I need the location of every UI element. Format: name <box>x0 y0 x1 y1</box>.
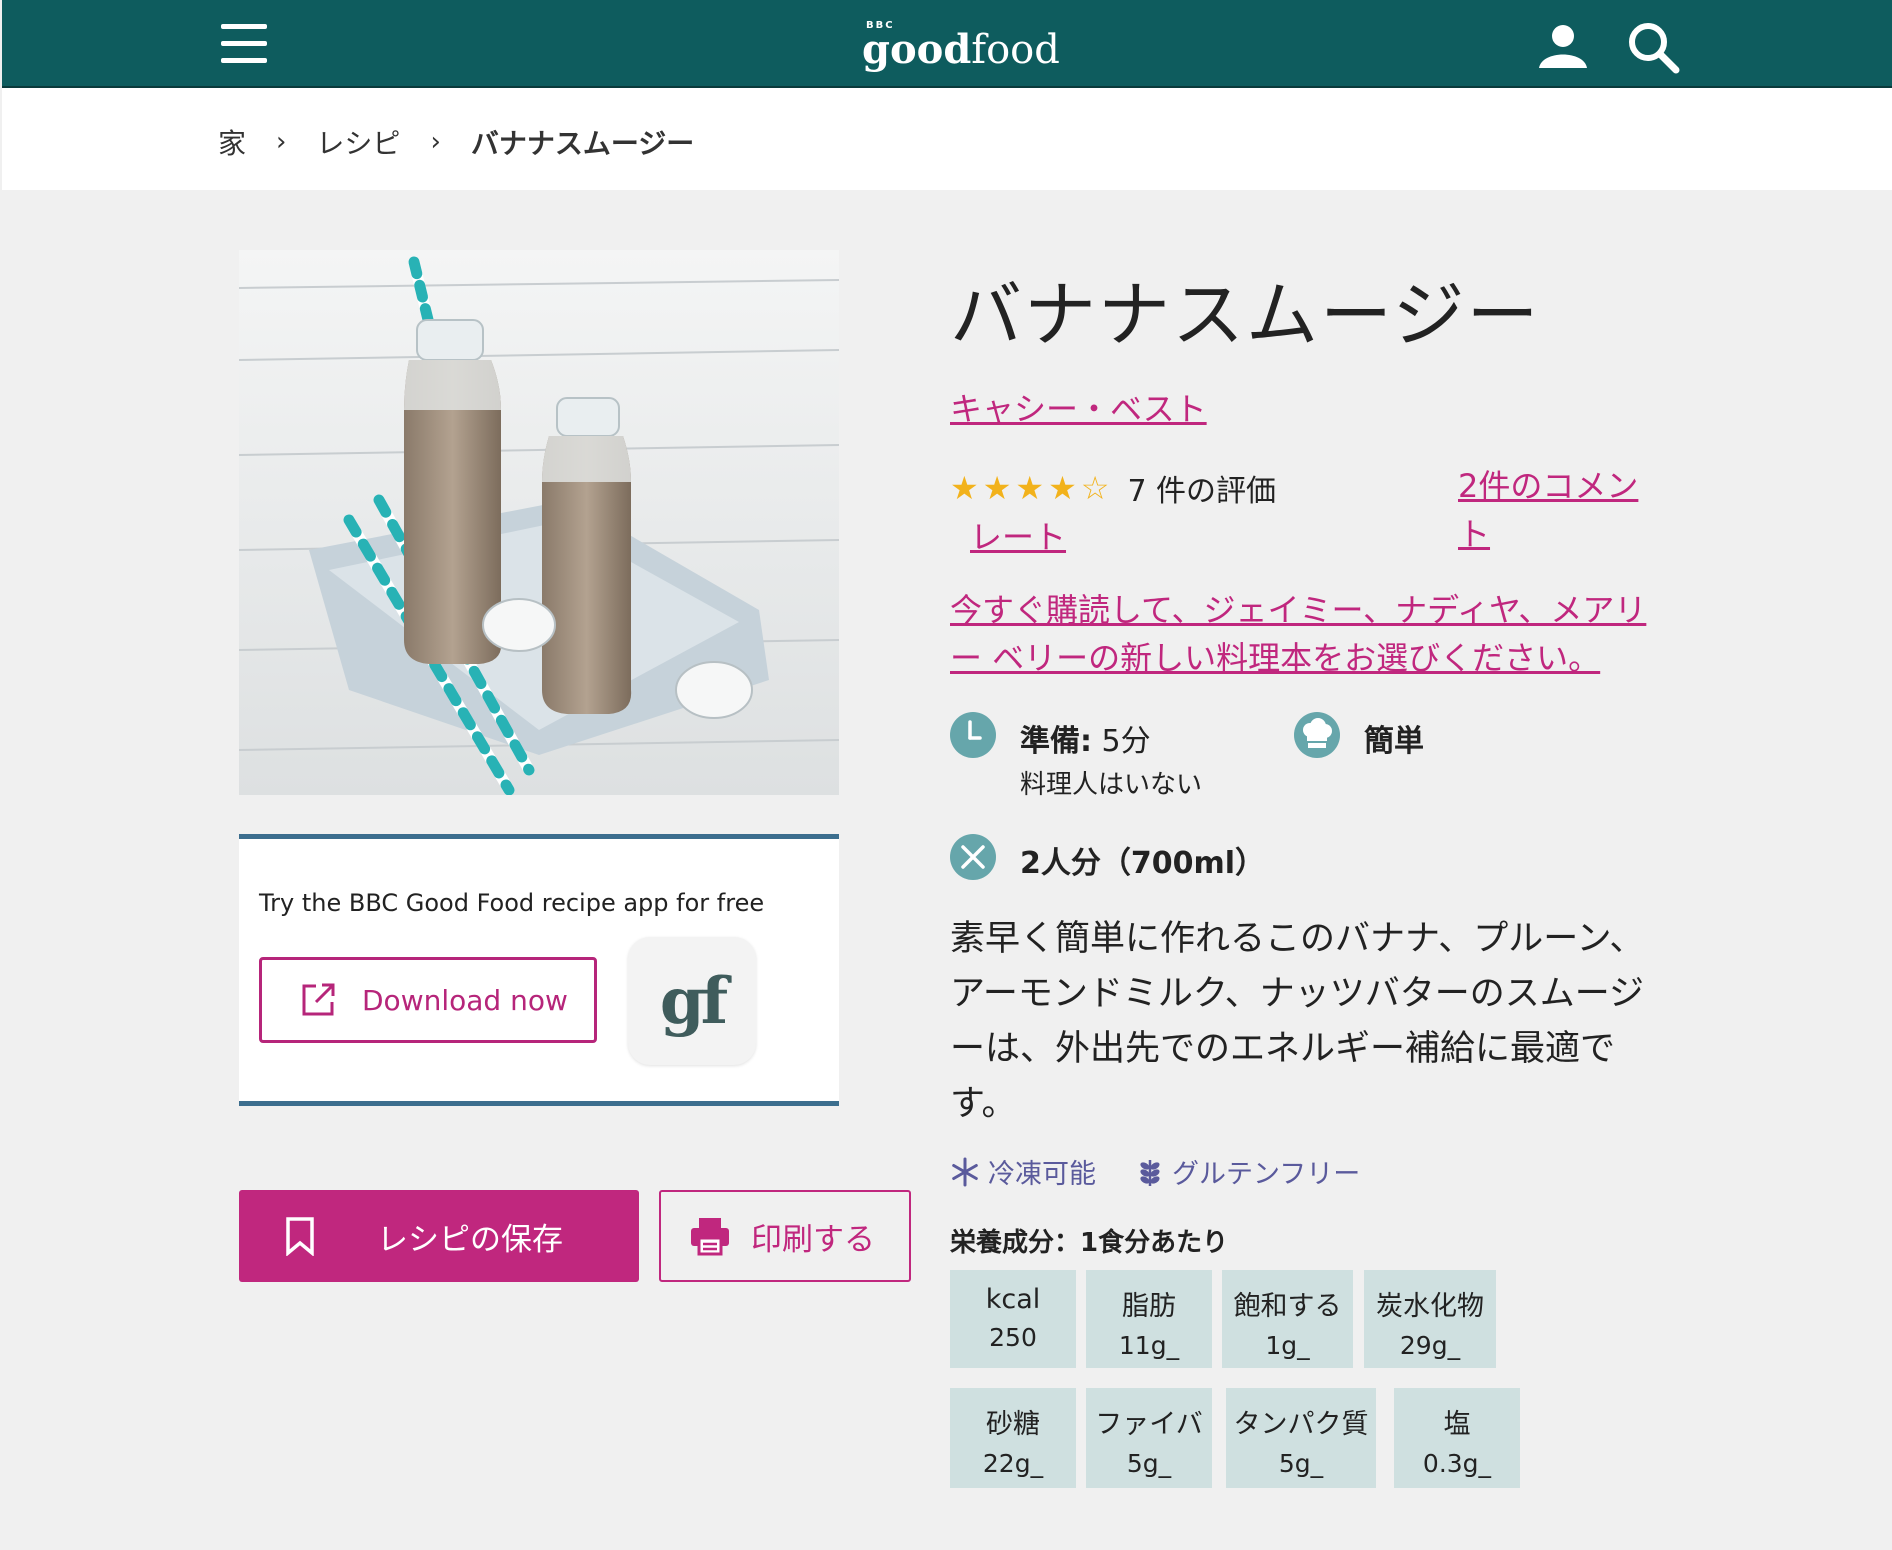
printer-icon <box>691 1218 729 1256</box>
nutrition-cell-sugars: 砂糖 22g_ <box>950 1388 1076 1488</box>
breadcrumb-recipes[interactable]: レシピ <box>316 122 400 162</box>
download-now-label: Download now <box>362 983 568 1017</box>
prep-label-row: 準備: 5分 <box>1020 716 1151 760</box>
diet-tags: 冷凍可能 グルテンフリー <box>950 1152 1400 1191</box>
snowflake-icon <box>952 1157 978 1186</box>
app-promo-card: Try the BBC Good Food recipe app for fre… <box>239 834 839 1106</box>
prep-label: 準備: <box>1020 724 1092 759</box>
nutrition-label: 炭水化物 <box>1376 1291 1484 1322</box>
recipe-title: バナナスムージー <box>950 273 1541 357</box>
nutrition-label: 飽和する <box>1233 1291 1342 1322</box>
tag-gluten-free[interactable]: グルテンフリー <box>1136 1152 1360 1191</box>
print-button[interactable]: 印刷する <box>659 1190 911 1282</box>
nutrition-title: 栄養成分：1食分あたり <box>950 1228 1229 1258</box>
comments-link[interactable]: 2件のコメント <box>1458 462 1648 558</box>
wheat-icon <box>1140 1159 1160 1186</box>
nutrition-label: 砂糖 <box>986 1409 1040 1440</box>
logo-food: food <box>971 27 1060 73</box>
tag-freezable-label: 冷凍可能 <box>988 1159 1096 1190</box>
nutrition-label: ファイバ <box>1095 1409 1203 1440</box>
author-link[interactable]: キャシー・ベスト <box>950 384 1207 430</box>
nutrition-label: 脂肪 <box>1122 1291 1176 1322</box>
breadcrumb-current: バナナスムージー <box>470 127 695 160</box>
cook-time-text: 料理人はいない <box>1020 770 1203 800</box>
logo-goodfood-text: goodfood <box>862 26 1060 73</box>
chevron-right-icon: › <box>276 127 287 157</box>
prep-value: 5分 <box>1101 724 1151 759</box>
nutrition-cell-saturates: 飽和する 1g_ <box>1222 1270 1353 1368</box>
save-recipe-label: レシピの保存 <box>377 1221 563 1258</box>
logo-good: good <box>862 26 972 73</box>
rating-summary: ★★★★☆ 7 件の評価 <box>950 466 1276 510</box>
recipe-description: 素早く簡単に作れるこのバナナ、プルーン、アーモンドミルク、ナッツバターのスムージ… <box>950 919 1645 1124</box>
download-now-button[interactable]: Download now <box>259 957 597 1043</box>
tag-gluten-free-label: グルテンフリー <box>1172 1159 1361 1190</box>
nutrition-value: 1g_ <box>1265 1331 1310 1360</box>
subscribe-link[interactable]: 今すぐ購読して、ジェイミー、ナディヤ、メアリー ベリーの新しい料理本をお選びくだ… <box>950 586 1656 682</box>
nutrition-value: 11g_ <box>1118 1331 1180 1360</box>
promo-text: Try the BBC Good Food recipe app for fre… <box>259 889 765 917</box>
clock-icon <box>950 712 996 758</box>
save-recipe-button[interactable]: レシピの保存 <box>239 1190 639 1282</box>
nutrition-value: 22g_ <box>982 1449 1044 1478</box>
good-food-app-icon[interactable]: gf <box>628 937 756 1065</box>
rating-count: 7 件の評価 <box>1127 474 1277 509</box>
tag-freezable[interactable]: 冷凍可能 <box>950 1152 1096 1191</box>
difficulty-label: 簡単 <box>1364 724 1424 759</box>
top-navigation-bar: BBC goodfood <box>2 0 1892 88</box>
nutrition-cell-protein: タンパク質 5g_ <box>1226 1388 1376 1488</box>
nutrition-value: 0.3g_ <box>1422 1449 1492 1478</box>
chef-hat-icon <box>1294 712 1340 758</box>
nutrition-label: タンパク質 <box>1233 1409 1369 1440</box>
nutrition-cell-kcal: kcal 250 <box>950 1270 1076 1368</box>
nutrition-label: kcal <box>985 1284 1041 1315</box>
rating-stars: ★★★★☆ <box>950 469 1114 507</box>
breadcrumb-home[interactable]: 家 <box>218 122 246 162</box>
nutrition-cell-salt: 塩 0.3g_ <box>1394 1388 1520 1488</box>
nutrition-value: 5g_ <box>1126 1449 1172 1478</box>
nutrition-label: 塩 <box>1443 1409 1471 1440</box>
search-icon[interactable] <box>1626 20 1680 74</box>
hamburger-menu-icon[interactable] <box>221 24 267 64</box>
nutrition-value: 5g_ <box>1278 1449 1324 1478</box>
print-label: 印刷する <box>751 1221 875 1258</box>
servings-label: 2人分（700ml） <box>1020 846 1266 881</box>
external-link-icon <box>302 983 335 1016</box>
app-icon-text: gf <box>659 963 728 1039</box>
nutrition-cell-carbs: 炭水化物 29g_ <box>1364 1270 1496 1368</box>
chevron-right-icon: › <box>430 127 441 157</box>
nutrition-cell-fibre: ファイバ 5g_ <box>1086 1388 1212 1488</box>
breadcrumb: 家 › レシピ › バナナスムージー <box>218 122 694 162</box>
nutrition-value: 250 <box>989 1323 1037 1352</box>
recipe-hero-image <box>239 250 839 795</box>
user-account-icon[interactable] <box>1536 22 1590 70</box>
rate-link[interactable]: レート <box>970 512 1066 558</box>
nutrition-cell-fat: 脂肪 11g_ <box>1086 1270 1212 1368</box>
bookmark-icon <box>286 1217 314 1256</box>
nutrition-value: 29g_ <box>1399 1331 1461 1360</box>
fork-knife-icon <box>950 834 996 880</box>
